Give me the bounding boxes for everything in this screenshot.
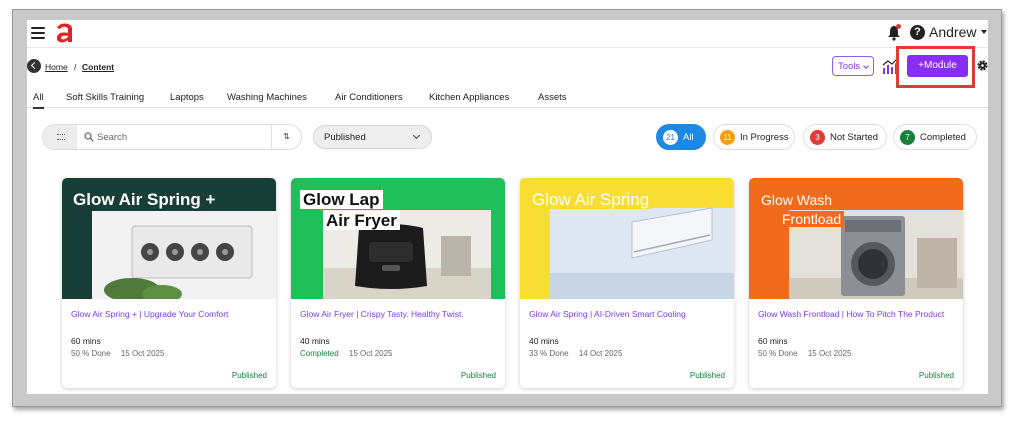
module-title[interactable]: Glow Air Fryer | Crispy Tasty. Healthy T… (300, 308, 496, 320)
module-card[interactable]: Glow Wash Frontload Glow Wash Frontload … (749, 178, 963, 388)
module-status: Published (689, 371, 725, 380)
thumbnail-headline: Glow Wash (758, 192, 836, 208)
module-thumbnail: Glow Wash Frontload (749, 178, 963, 299)
filter-pill-in-progress[interactable]: 11 In Progress (713, 124, 795, 150)
module-progress: Completed (300, 349, 339, 358)
tools-label: Tools (838, 61, 861, 72)
status-selected-value: Published (324, 132, 366, 143)
thumbnail-headline-2: Air Fryer (323, 211, 400, 230)
chevron-down-icon[interactable] (981, 30, 987, 34)
breadcrumb-home[interactable]: Home (45, 62, 68, 72)
module-thumbnail: Glow Air Spring + (62, 178, 276, 299)
pill-count: 11 (720, 130, 735, 145)
filter-pill-completed[interactable]: 7 Completed (893, 124, 977, 150)
status-filter-select[interactable]: Published (313, 125, 432, 149)
module-duration: 60 mins (758, 336, 788, 346)
tab-kitchen-appliances[interactable]: Kitchen Appliances (429, 92, 509, 103)
notification-badge (896, 24, 901, 29)
pill-count: 7 (900, 130, 915, 145)
help-icon[interactable]: ? (910, 25, 925, 40)
gear-icon[interactable] (976, 59, 988, 72)
app-window: ? Andrew Home / Content Tools +Module Al… (27, 20, 988, 394)
top-bar: ? Andrew (27, 20, 988, 48)
tab-assets[interactable]: Assets (538, 92, 567, 103)
search-icon (84, 132, 94, 142)
module-title[interactable]: Glow Air Spring + | Upgrade Your Comfort (71, 308, 267, 320)
module-progress: 33 % Done (529, 349, 569, 358)
module-card[interactable]: Glow Air Spring Glow Air Spring | AI-Dri… (520, 178, 734, 388)
thumbnail-headline-2: Frontload (779, 211, 845, 227)
module-duration: 40 mins (529, 336, 559, 346)
tab-laptops[interactable]: Laptops (170, 92, 204, 103)
pill-label: Completed (920, 132, 966, 143)
module-meta: Completed 15 Oct 2025 (300, 349, 393, 358)
thumbnail-headline: Glow Air Spring (529, 190, 653, 209)
module-thumbnail: Glow Air Spring (520, 178, 734, 299)
tab-soft-skills-training[interactable]: Soft Skills Training (66, 92, 144, 103)
module-duration: 40 mins (300, 336, 330, 346)
module-duration: 60 mins (71, 336, 101, 346)
tab-washing-machines[interactable]: Washing Machines (227, 92, 307, 103)
module-progress: 50 % Done (71, 349, 111, 358)
chevron-down-icon (412, 131, 421, 140)
module-progress: 50 % Done (758, 349, 798, 358)
pill-label: Not Started (830, 132, 879, 143)
search-bar: ⇅ (42, 124, 302, 150)
sort-arrows-icon[interactable]: ⇅ (271, 125, 301, 149)
add-module-button[interactable]: +Module (907, 55, 968, 77)
module-title[interactable]: Glow Wash Frontload | How To Pitch The P… (758, 308, 954, 320)
grid-view-toggle[interactable] (43, 125, 77, 149)
module-status: Published (231, 371, 267, 380)
hamburger-menu-icon[interactable] (31, 27, 45, 39)
filter-pill-not-started[interactable]: 3 Not Started (803, 124, 887, 150)
pill-label: All (683, 132, 694, 143)
thumbnail-headline: Glow Air Spring + (71, 190, 218, 209)
module-thumbnail: Glow Lap Air Fryer (291, 178, 505, 299)
pill-label: In Progress (740, 132, 789, 143)
module-status: Published (460, 371, 496, 380)
user-menu[interactable]: Andrew (929, 24, 976, 40)
module-date: 15 Oct 2025 (348, 349, 393, 358)
brand-logo[interactable] (54, 21, 76, 45)
module-card[interactable]: Glow Air Spring + Glow Air Spring + | Up… (62, 178, 276, 388)
module-meta: 50 % Done 15 Oct 2025 (758, 349, 851, 358)
breadcrumb-content[interactable]: Content (82, 62, 114, 72)
module-meta: 50 % Done 15 Oct 2025 (71, 349, 164, 358)
tab-air-conditioners[interactable]: Air Conditioners (335, 92, 403, 103)
chevron-down-icon (863, 63, 869, 69)
tools-dropdown[interactable]: Tools (832, 56, 874, 76)
thumbnail-headline: Glow Lap (300, 190, 383, 209)
module-meta: 33 % Done 14 Oct 2025 (529, 349, 622, 358)
tab-all[interactable]: All (33, 92, 44, 109)
filter-pill-all[interactable]: 21 All (656, 124, 706, 150)
module-title[interactable]: Glow Air Spring | AI-Driven Smart Coolin… (529, 308, 725, 320)
back-arrow-icon[interactable] (27, 59, 41, 73)
module-card[interactable]: Glow Lap Air Fryer Glow Air Fryer | Cris… (291, 178, 505, 388)
module-date: 15 Oct 2025 (120, 349, 165, 358)
pill-count: 3 (810, 130, 825, 145)
breadcrumb-separator: / (74, 62, 77, 72)
pill-count: 21 (663, 130, 678, 145)
module-status: Published (918, 371, 954, 380)
category-tabs: All Soft Skills Training Laptops Washing… (27, 86, 988, 109)
module-date: 15 Oct 2025 (807, 349, 852, 358)
grid-icon (57, 134, 65, 140)
module-date: 14 Oct 2025 (578, 349, 623, 358)
search-input[interactable] (97, 129, 267, 145)
